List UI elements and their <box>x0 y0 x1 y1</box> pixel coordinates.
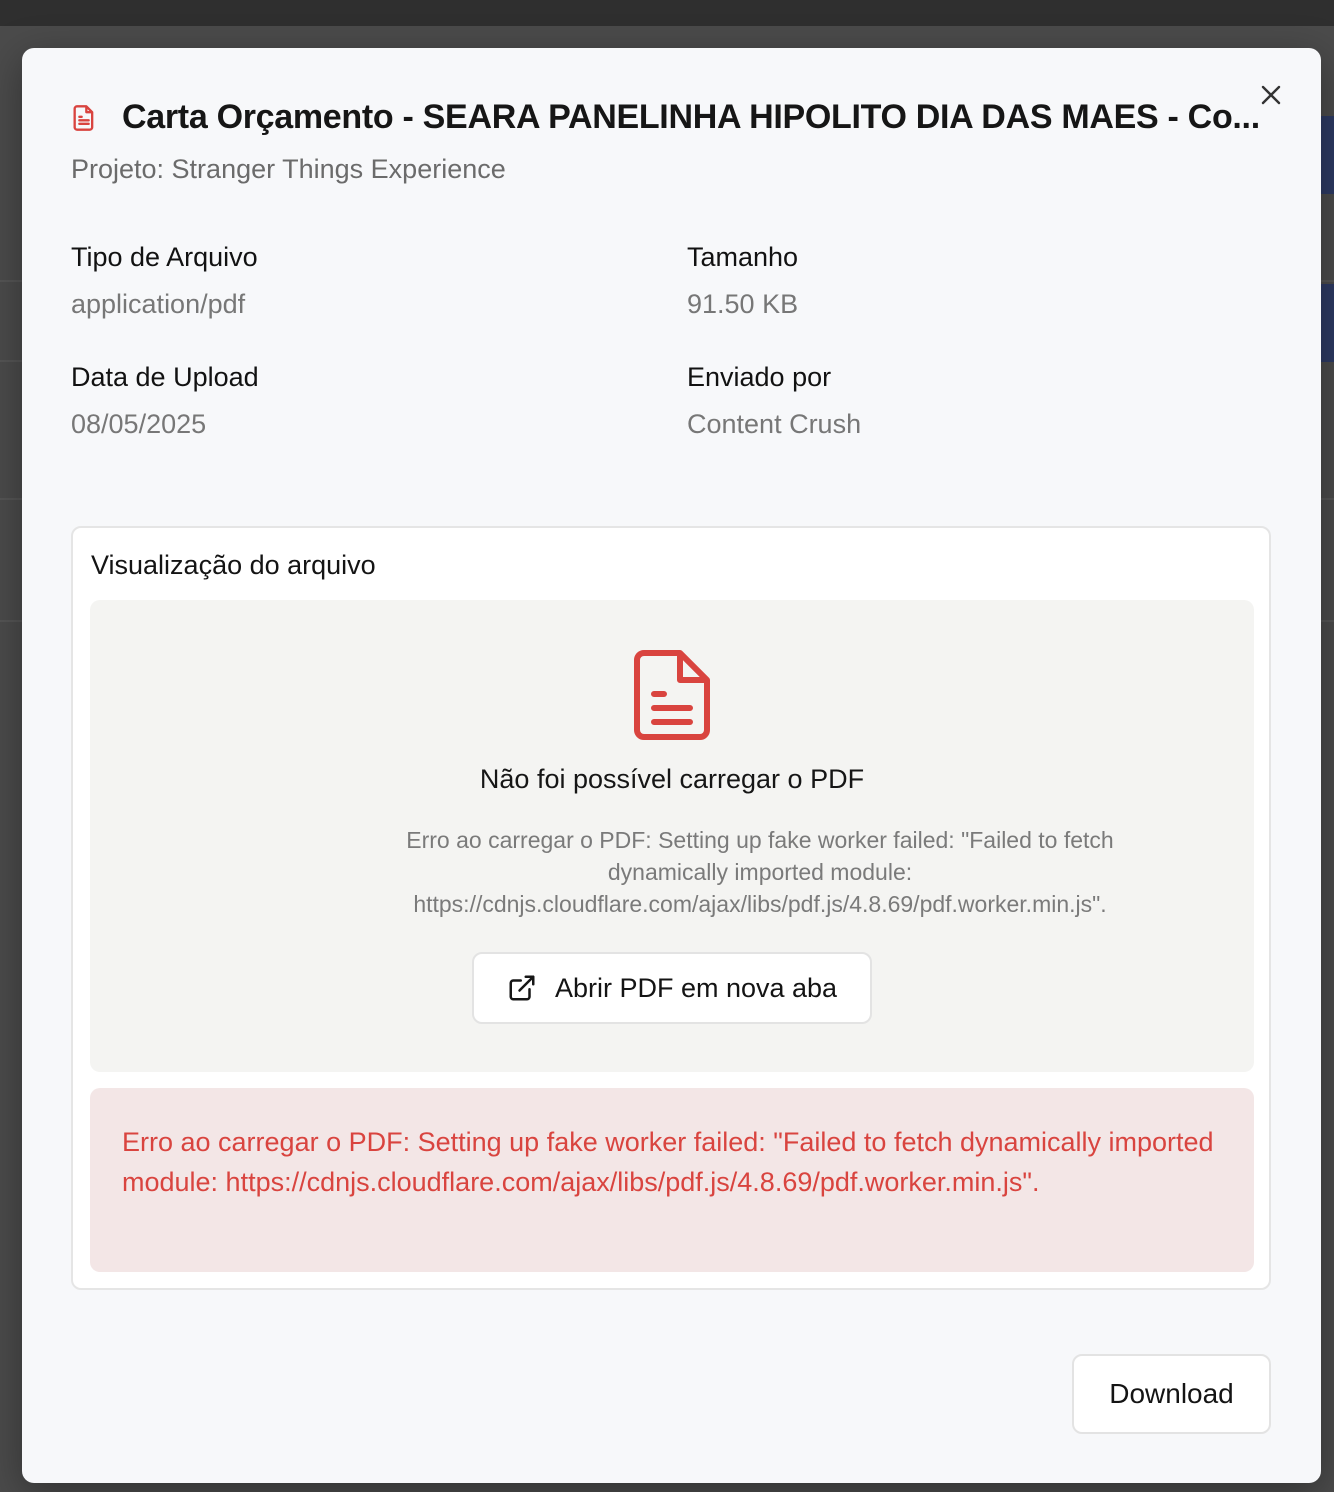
file-text-icon <box>73 104 94 131</box>
file-type-value: application/pdf <box>71 289 246 319</box>
file-details-dialog: Carta Orçamento - SEARA PANELINHA HIPOLI… <box>22 48 1321 1483</box>
file-size-field: Tamanho 91.50 KB <box>687 242 798 320</box>
upload-date-label: Data de Upload <box>71 362 259 392</box>
project-subtitle: Projeto: Stranger Things Experience <box>71 154 506 184</box>
file-size-value: 91.50 KB <box>687 289 799 319</box>
sent-by-value: Content Crush <box>687 409 862 439</box>
preview-title: Visualização do arquivo <box>91 550 376 580</box>
external-link-icon <box>509 975 535 1001</box>
sent-by-field: Enviado por Content Crush <box>687 362 861 440</box>
file-size-label: Tamanho <box>687 242 799 272</box>
open-pdf-new-tab-button[interactable]: Abrir PDF em nova aba <box>472 952 872 1024</box>
sent-by-label: Enviado por <box>687 362 832 392</box>
background-topbar <box>0 0 1334 26</box>
dialog-header: Carta Orçamento - SEARA PANELINHA HIPOLI… <box>70 98 1262 137</box>
upload-date-field: Data de Upload 08/05/2025 <box>71 362 259 440</box>
close-icon <box>1261 85 1281 105</box>
error-alert: Erro ao carregar o PDF: Setting up fake … <box>90 1088 1254 1272</box>
preview-area: Não foi possível carregar o PDF Erro ao … <box>90 600 1254 1072</box>
file-text-icon <box>634 650 710 740</box>
open-pdf-label: Abrir PDF em nova aba <box>554 972 838 1003</box>
load-failed-detail: Erro ao carregar o PDF: Setting up fake … <box>406 827 1114 917</box>
load-failed-title: Não foi possível carregar o PDF <box>479 764 865 794</box>
file-type-label: Tipo de Arquivo <box>71 242 258 272</box>
download-button[interactable]: Download <box>1072 1354 1271 1434</box>
upload-date-value: 08/05/2025 <box>71 409 207 439</box>
dialog-title: Carta Orçamento - SEARA PANELINHA HIPOLI… <box>122 98 1260 136</box>
file-type-field: Tipo de Arquivo application/pdf <box>71 242 258 320</box>
file-preview-card: Visualização do arquivo Não foi possível… <box>71 526 1271 1290</box>
